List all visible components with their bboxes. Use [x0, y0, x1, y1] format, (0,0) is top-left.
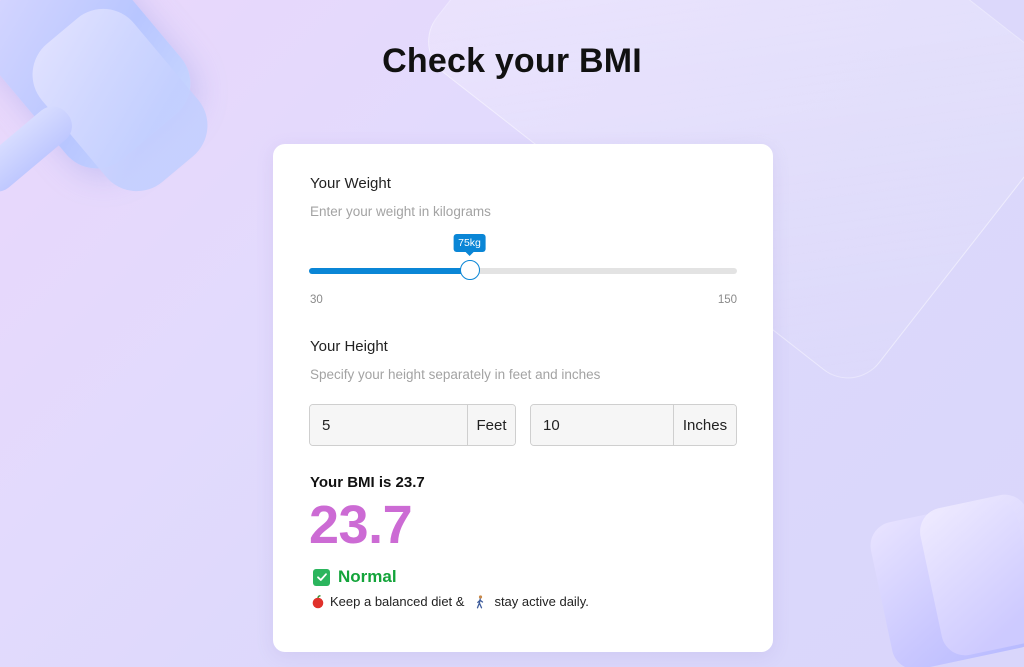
- weight-subtitle: Enter your weight in kilograms: [310, 204, 491, 219]
- dumbbell-decoration: [866, 496, 1024, 667]
- dumbbell-handle-decoration: [0, 99, 80, 199]
- slider-thumb[interactable]: [459, 260, 480, 280]
- tip-text-1: Keep a balanced diet &: [330, 594, 465, 609]
- inches-unit-label: Inches: [673, 405, 736, 445]
- dumbbell-plate-decoration: [0, 0, 207, 185]
- weight-slider[interactable]: 75kg: [309, 234, 737, 280]
- slider-min-label: 30: [310, 294, 323, 306]
- bmi-status: Normal: [313, 567, 397, 587]
- check-mark-icon: [313, 568, 330, 586]
- tip-text-2: stay active daily.: [494, 594, 589, 609]
- height-title: Your Height: [310, 338, 388, 355]
- apple-icon: [311, 594, 325, 609]
- weight-title: Your Weight: [310, 175, 391, 192]
- slider-fill: [309, 268, 470, 274]
- walking-person-icon: [473, 594, 487, 609]
- bmi-status-text: Normal: [338, 567, 397, 586]
- bmi-result-label: Your BMI is 23.7: [310, 474, 425, 491]
- health-tip: Keep a balanced diet & stay active daily…: [311, 594, 589, 609]
- dumbbell-decoration: [915, 490, 1024, 660]
- inches-input-group: 10 Inches: [530, 404, 737, 446]
- feet-input-group: 5 Feet: [309, 404, 516, 446]
- feet-input[interactable]: 5: [310, 405, 467, 445]
- bmi-card: Your Weight Enter your weight in kilogra…: [273, 144, 773, 652]
- slider-value-tooltip: 75kg: [453, 234, 486, 256]
- page-title: Check your BMI: [382, 42, 642, 80]
- bmi-value: 23.7: [309, 495, 413, 555]
- dumbbell-plate-decoration: [16, 0, 224, 208]
- slider-max-label: 150: [717, 294, 737, 306]
- height-subtitle: Specify your height separately in feet a…: [310, 367, 601, 382]
- inches-input[interactable]: 10: [531, 405, 673, 445]
- feet-unit-label: Feet: [467, 405, 515, 445]
